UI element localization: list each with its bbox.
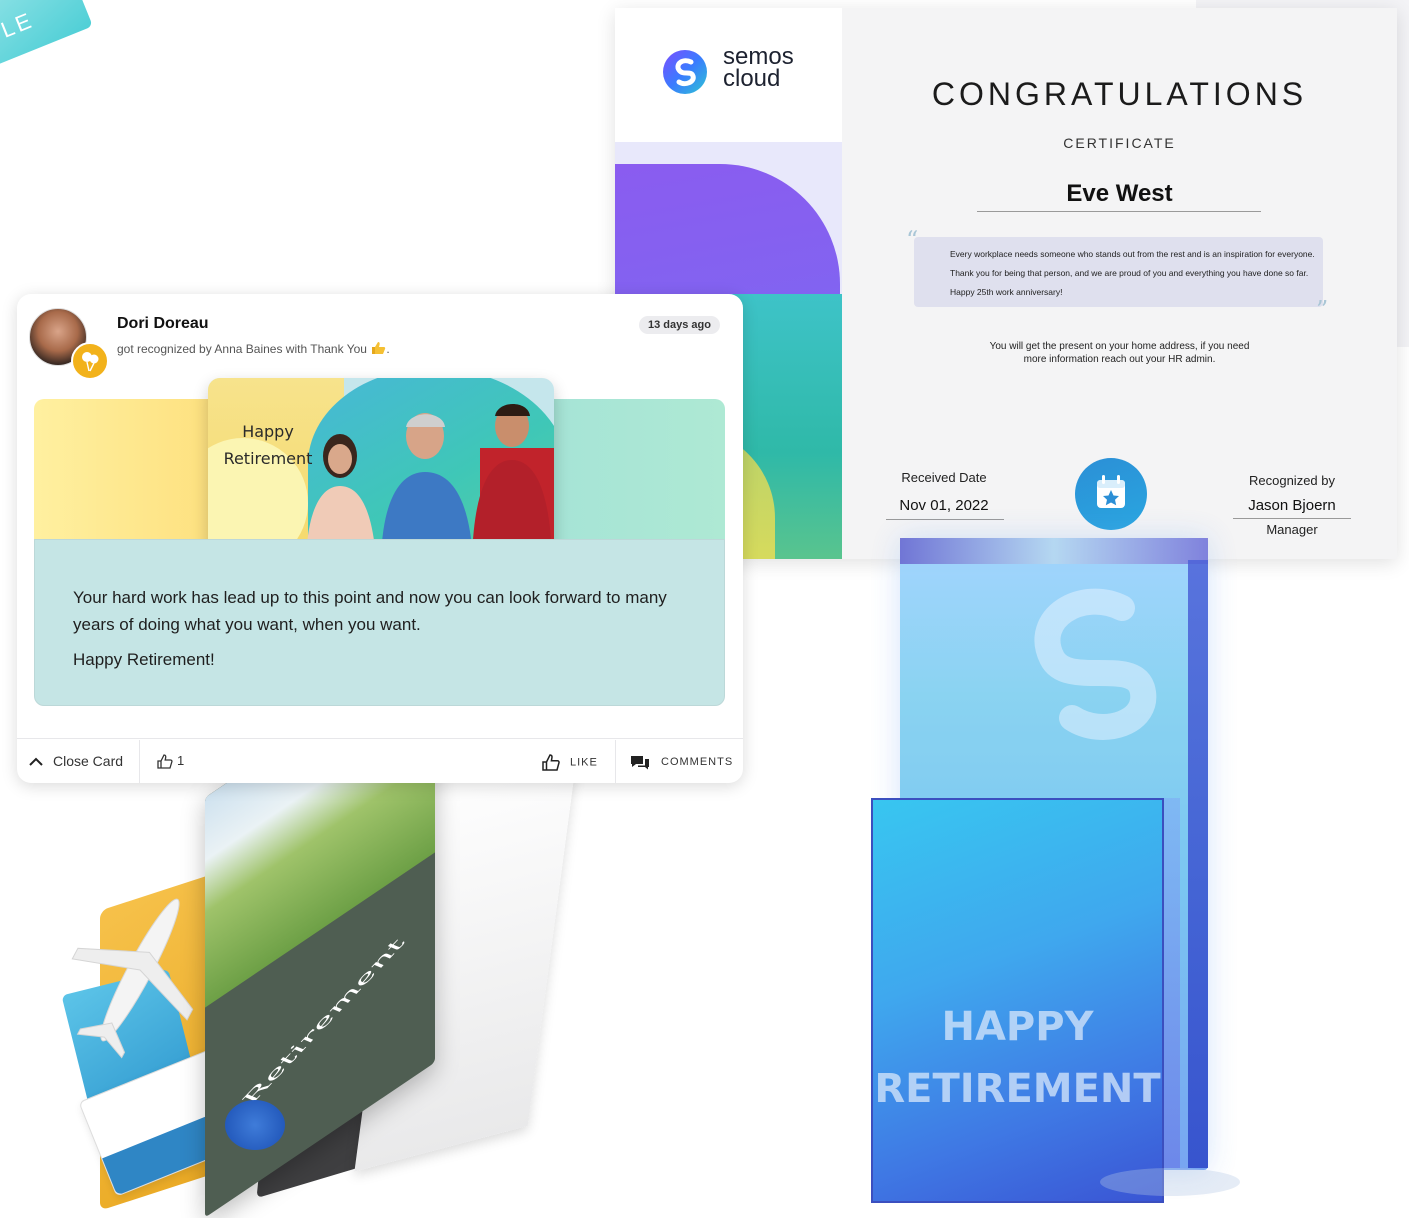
comments-label: COMMENTS [661,755,734,768]
thumbs-up-outline-icon [157,754,173,769]
trophy-engraving: HAPPY RETIREMENT [871,996,1164,1120]
recognition-subtitle-text: got recognized by Anna Baines with Thank… [117,342,367,356]
present-note-text: You will get the present on your home ad… [989,341,1250,365]
trophy-shadow [1100,1168,1240,1196]
received-date-label: Received Date [901,470,987,485]
like-count[interactable]: 1 [157,753,184,769]
trophy-line-1: HAPPY [941,1004,1094,1050]
footer-separator [139,740,140,783]
certificate-subtitle: CERTIFICATE [1063,135,1176,151]
like-label: LIKE [570,756,598,769]
card-message: Your hard work has lead up to this point… [34,539,725,706]
recognized-by-role: Manager [1266,522,1318,537]
name-underline [977,211,1261,212]
period: . [386,342,390,356]
quote-close-icon: ” [1316,296,1329,324]
brand-name: semos cloud [723,43,794,92]
poster-name[interactable]: Dori Doreau [117,315,209,333]
balloons-badge-icon [71,342,109,380]
banner-right [553,399,725,539]
time-ago-badge: 13 days ago [639,316,720,334]
trophy-side-edge [1188,560,1208,1168]
thumbs-up-emoji-icon [372,342,386,354]
recognized-by-name: Jason Bjoern [1248,497,1336,514]
close-card-button[interactable]: Close Card [29,753,123,769]
trophy-top-edge [900,538,1208,564]
retirement-card-image: Happy Retirement [208,378,554,559]
recognition-subtitle: got recognized by Anna Baines with Thank… [117,341,390,356]
present-note: You will get the present on your home ad… [842,340,1397,366]
certificate-title: CONGRATULATIONS [931,76,1308,112]
like-button[interactable]: LIKE [542,754,598,771]
like-icon [542,754,560,771]
comments-icon [631,756,649,770]
chevron-up-icon [29,757,43,767]
recognized-underline [1233,518,1351,519]
trophy-line-2: RETIREMENT [874,1066,1161,1112]
calendar-star-icon [1097,475,1125,508]
footer-divider [17,738,743,739]
recognized-by-label: Recognized by [1249,473,1335,488]
trophy-front-side [1164,798,1180,1168]
engraved-logo-icon [1034,588,1157,740]
calendar-badge [1075,458,1147,530]
airplane-icon [71,898,194,1059]
recipient-name: Eve West [1066,180,1173,207]
comments-button[interactable]: COMMENTS [629,754,733,770]
person-young-man [472,404,552,559]
person-older-man [381,413,473,559]
corner-ribbon: LE [0,0,93,68]
quote-text: Every workplace needs someone who stands… [950,249,1315,297]
gift-bow [225,1100,285,1150]
like-count-value: 1 [177,753,185,768]
semos-logo-icon [663,50,707,94]
close-card-label: Close Card [53,753,124,769]
date-underline [886,519,1004,520]
footer-separator-2 [615,740,616,783]
message-closing: Happy Retirement! [73,650,215,669]
message-body: Your hard work has lead up to this point… [73,588,667,634]
received-date: Nov 01, 2022 [899,497,989,514]
quote-box: Every workplace needs someone who stands… [914,237,1323,307]
ribbon-text: LE [0,7,38,43]
recognition-feed-card: Dori Doreau got recognized by Anna Baine… [17,294,743,783]
